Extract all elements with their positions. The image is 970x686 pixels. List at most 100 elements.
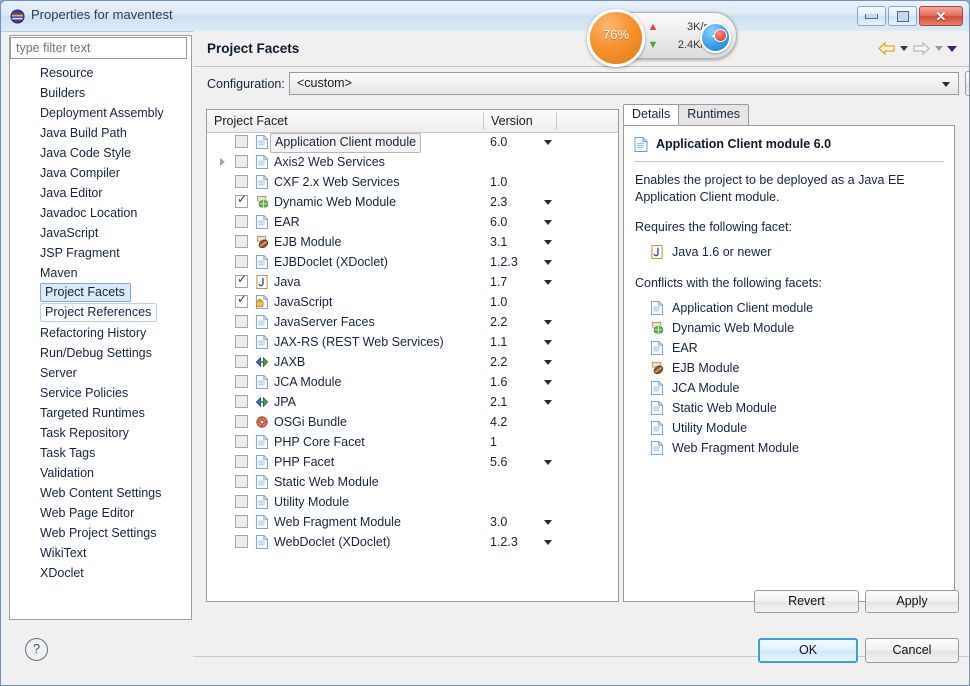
facet-name[interactable]: Web Fragment Module [274,512,401,532]
version-chevron-down-icon[interactable] [544,360,552,365]
facet-version[interactable]: 1.0 [490,172,507,192]
facet-version[interactable]: 6.0 [490,132,507,152]
facet-name[interactable]: JAXB [274,352,305,372]
version-chevron-down-icon[interactable] [544,340,552,345]
facet-name[interactable]: PHP Facet [274,452,334,472]
version-chevron-down-icon[interactable] [544,220,552,225]
facet-version[interactable]: 2.3 [490,192,507,212]
facet-name[interactable]: EJBDoclet (XDoclet) [274,252,388,272]
facet-checkbox[interactable] [235,455,248,468]
sidebar-item-resource[interactable]: Resource [10,63,94,83]
facet-version[interactable]: 1.2.3 [490,532,518,552]
facet-version[interactable]: 1.1 [490,332,507,352]
facet-version[interactable]: 1.7 [490,272,507,292]
facet-version[interactable]: 5.6 [490,452,507,472]
facet-version[interactable]: 3.0 [490,512,507,532]
search-input[interactable] [10,37,187,59]
table-row[interactable]: OSGi Bundle 4.2 [207,412,618,432]
table-row[interactable]: JavaScript 1.0 [207,292,618,312]
sidebar-item-refactoring-history[interactable]: Refactoring History [10,323,191,343]
facet-checkbox[interactable] [235,155,248,168]
facet-checkbox[interactable] [235,495,248,508]
sidebar-item-run-debug-settings[interactable]: Run/Debug Settings [10,343,191,363]
sidebar-item-service-policies[interactable]: Service Policies [10,383,191,403]
sidebar-item-task-repository[interactable]: Task Repository [10,423,129,443]
network-speed-widget[interactable]: 76% ▲ 3K/s ▼ 2.4K/s + [587,9,737,67]
facet-checkbox[interactable] [235,355,248,368]
table-row[interactable]: Utility Module [207,492,618,512]
sidebar-item-task-tags[interactable]: Task Tags [10,443,191,463]
version-chevron-down-icon[interactable] [544,320,552,325]
cancel-button[interactable]: Cancel [865,638,959,663]
sidebar-item-xdoclet[interactable]: XDoclet [10,563,84,583]
table-row[interactable]: Web Fragment Module 3.0 [207,512,618,532]
minimize-button[interactable] [857,6,886,26]
table-row[interactable]: JavaServer Faces 2.2 [207,312,618,332]
cpu-usage-indicator[interactable]: 76% [587,9,645,67]
facet-name[interactable]: JavaScript [274,292,332,312]
table-row[interactable]: JCA Module 1.6 [207,372,618,392]
version-chevron-down-icon[interactable] [544,380,552,385]
facet-name[interactable]: JPA [274,392,296,412]
table-row[interactable]: CXF 2.x Web Services 1.0 [207,172,618,192]
sidebar-item-wikitext[interactable]: WikiText [10,543,191,563]
table-row[interactable]: Dynamic Web Module 2.3 [207,192,618,212]
facet-name[interactable]: JCA Module [274,372,341,392]
facet-name[interactable]: JavaServer Faces [274,312,375,332]
facet-name[interactable]: Axis2 Web Services [274,152,385,172]
revert-button[interactable]: Revert [754,590,859,613]
sidebar-item-java-build-path[interactable]: Java Build Path [10,123,191,143]
facet-checkbox[interactable] [235,435,248,448]
column-header-version[interactable]: Version [484,110,556,132]
facet-name[interactable]: PHP Core Facet [274,432,365,452]
column-divider[interactable] [556,112,557,130]
page-menu-chevron-down-icon[interactable] [947,45,957,52]
maximize-button[interactable] [888,6,917,26]
sidebar-item-java-code-style[interactable]: Java Code Style [10,143,131,163]
facet-version[interactable]: 2.2 [490,352,507,372]
sidebar-item-maven[interactable]: Maven [10,263,78,283]
facet-name[interactable]: CXF 2.x Web Services [274,172,400,192]
sidebar-item-targeted-runtimes[interactable]: Targeted Runtimes [10,403,191,423]
tab-details[interactable]: Details [623,104,680,125]
facet-checkbox[interactable] [235,255,248,268]
sidebar-item-java-editor[interactable]: Java Editor [10,183,103,203]
facet-name[interactable]: EAR [274,212,300,232]
table-row[interactable]: WebDoclet (XDoclet) 1.2.3 [207,532,618,552]
arrow-left-icon[interactable] [877,41,896,56]
facet-version[interactable]: 2.1 [490,392,507,412]
table-row[interactable]: EJBDoclet (XDoclet) 1.2.3 [207,252,618,272]
table-row[interactable]: Axis2 Web Services [207,152,618,172]
column-header-project-facet[interactable]: Project Facet [207,110,483,132]
version-chevron-down-icon[interactable] [544,520,552,525]
facet-name[interactable]: WebDoclet (XDoclet) [274,532,390,552]
facet-version[interactable]: 3.1 [490,232,507,252]
back-history-chevron-down-icon[interactable] [900,46,908,51]
facet-checkbox[interactable] [235,215,248,228]
sidebar-item-web-page-editor[interactable]: Web Page Editor [10,503,191,523]
table-row[interactable]: JAX-RS (REST Web Services) 1.1 [207,332,618,352]
facet-checkbox[interactable] [235,235,248,248]
facet-name[interactable]: EJB Module [274,232,341,252]
sidebar-item-java-compiler[interactable]: Java Compiler [10,163,120,183]
facet-checkbox[interactable] [235,272,248,288]
table-row[interactable]: Application Client module 6.0 [207,132,618,153]
version-chevron-down-icon[interactable] [544,460,552,465]
sidebar-item-project-references[interactable]: Project References [40,303,158,322]
sidebar-item-web-project-settings[interactable]: Web Project Settings [10,523,191,543]
facet-checkbox[interactable] [235,535,248,548]
facet-checkbox[interactable] [235,515,248,528]
sidebar-item-javascript[interactable]: JavaScript [10,223,98,243]
table-row[interactable]: EAR 6.0 [207,212,618,232]
sidebar-item-builders[interactable]: Builders [10,83,191,103]
sidebar-item-server[interactable]: Server [10,363,191,383]
table-row[interactable]: JAXB 2.2 [207,352,618,372]
facet-version[interactable]: 1 [490,432,497,452]
sidebar-item-project-facets[interactable]: Project Facets [40,283,131,302]
sidebar-item-web-content-settings[interactable]: Web Content Settings [10,483,191,503]
facet-version[interactable]: 1.6 [490,372,507,392]
version-chevron-down-icon[interactable] [544,540,552,545]
facet-checkbox[interactable] [235,475,248,488]
table-row[interactable]: PHP Core Facet 1 [207,432,618,452]
version-chevron-down-icon[interactable] [544,140,552,145]
